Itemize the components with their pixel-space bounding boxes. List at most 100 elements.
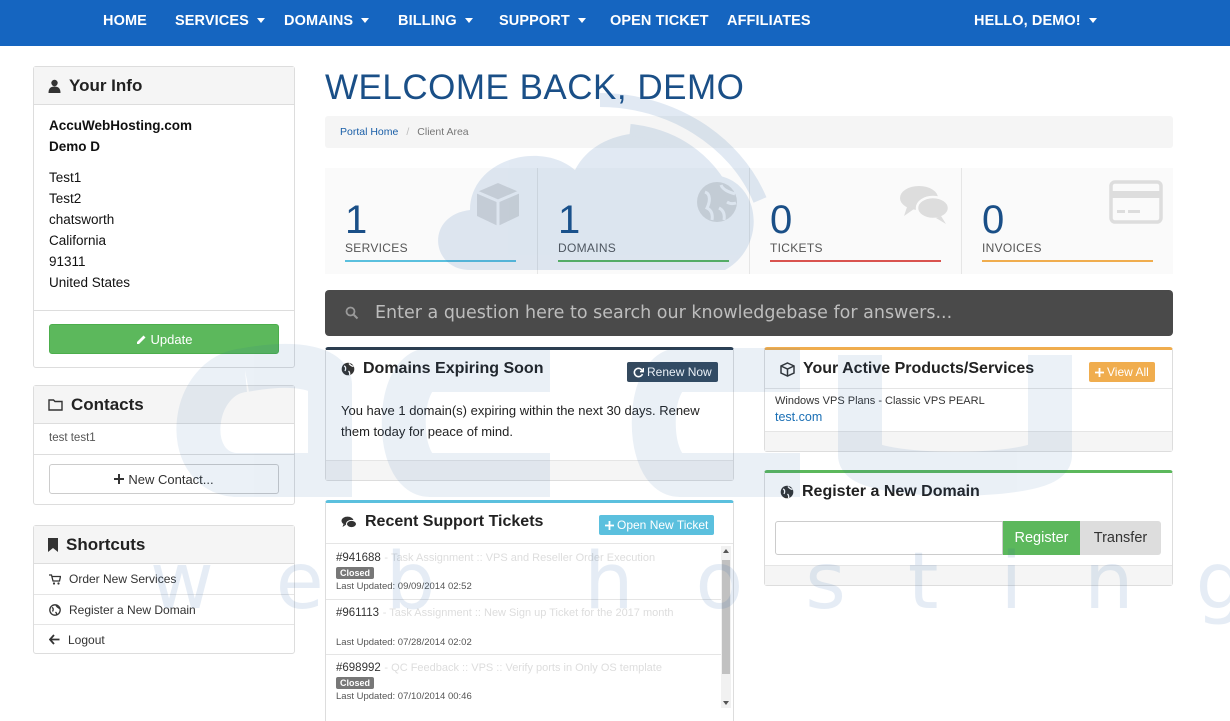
stat-invoices[interactable]: 0 INVOICES: [961, 168, 1173, 274]
stat-domains[interactable]: 1 DOMAINS: [537, 168, 749, 274]
nav-services-label: SERVICES: [175, 13, 249, 29]
caret-down-icon: [256, 17, 265, 23]
nav-user-menu[interactable]: HELLO, DEMO!: [974, 0, 1097, 42]
ticket-item[interactable]: #941688 - Task Assignment :: VPS and Res…: [336, 549, 722, 592]
info-address-2: Test2: [49, 191, 82, 206]
recent-tickets-title: Recent Support Tickets: [365, 513, 544, 530]
ticket-id: #961113: [336, 607, 380, 619]
shortcut-label: Logout: [68, 632, 105, 647]
stat-underline: [345, 260, 516, 262]
register-domain-header: Register a New Domain: [780, 483, 980, 501]
stat-value: 0: [982, 198, 1005, 242]
stat-label: INVOICES: [982, 241, 1042, 255]
scrollbar-thumb[interactable]: [722, 560, 730, 674]
nav-affiliates[interactable]: AFFILIATES: [727, 0, 811, 42]
renew-now-button[interactable]: Renew Now: [627, 362, 718, 382]
register-button[interactable]: Register: [1003, 521, 1080, 555]
contacts-panel: Contacts test test1 New Contact...: [33, 385, 295, 505]
shortcut-register-domain[interactable]: Register a New Domain: [34, 594, 294, 624]
ticket-item[interactable]: #961113 - Task Assignment :: New Sign up…: [336, 604, 722, 648]
globe-icon: [341, 362, 355, 376]
breadcrumb-home-link[interactable]: Portal Home: [340, 126, 398, 138]
scroll-up-arrow-icon[interactable]: [723, 549, 729, 553]
nav-services[interactable]: SERVICES: [175, 0, 265, 42]
contacts-header: Contacts: [34, 386, 294, 424]
shortcut-label: Order New Services: [69, 572, 177, 586]
nav-domains[interactable]: DOMAINS: [284, 0, 370, 42]
your-info-title: Your Info: [69, 75, 143, 95]
nav-support[interactable]: SUPPORT: [499, 0, 586, 42]
update-button[interactable]: Update: [49, 324, 279, 354]
comments-icon: [900, 186, 951, 224]
shortcuts-panel: Shortcuts Order New Services Register a …: [33, 525, 295, 654]
ticket-id: #941688: [336, 552, 381, 564]
ticket-updated: Last Updated: 07/10/2014 00:46: [336, 691, 472, 702]
your-info-header: Your Info: [34, 67, 294, 105]
cube-icon: [476, 183, 520, 226]
caret-down-icon: [464, 17, 473, 23]
arrow-left-icon: [49, 634, 60, 645]
plus-icon: [605, 520, 614, 530]
stat-value: 1: [558, 198, 581, 242]
shortcut-order-new-services[interactable]: Order New Services: [34, 564, 294, 594]
nav-open-ticket[interactable]: OPEN TICKET: [610, 0, 709, 42]
globe-icon: [49, 603, 61, 616]
stat-underline: [558, 260, 729, 262]
stat-underline: [770, 260, 941, 262]
stat-tickets[interactable]: 0 TICKETS: [749, 168, 961, 274]
nav-home-label: HOME: [103, 13, 147, 29]
transfer-button[interactable]: Transfer: [1080, 521, 1161, 555]
domain-search-input[interactable]: [775, 521, 1003, 555]
tickets-scrollbar[interactable]: [721, 546, 731, 708]
stat-underline: [982, 260, 1153, 262]
kb-search-bar[interactable]: Enter a question here to search our know…: [325, 290, 1173, 336]
contacts-title: Contacts: [71, 394, 144, 414]
nav-home[interactable]: HOME: [103, 0, 147, 42]
open-new-ticket-label: Open New Ticket: [617, 518, 709, 532]
cart-icon: [49, 573, 61, 585]
cube-icon: [780, 361, 795, 377]
view-all-label: View All: [1107, 365, 1149, 379]
ticket-subject: Task Assignment :: VPS and Reseller Orde…: [390, 552, 656, 564]
folder-icon: [48, 399, 63, 411]
plus-icon: [1095, 367, 1104, 377]
domains-expiring-header: Domains Expiring Soon: [341, 360, 543, 378]
info-zip: 91311: [49, 254, 86, 269]
globe-icon: [697, 182, 737, 222]
page-title: WELCOME BACK, DEMO: [325, 68, 745, 107]
search-icon: [345, 306, 359, 320]
info-address-1: Test1: [49, 170, 82, 185]
ticket-item[interactable]: #698992 - QC Feedback :: VPS :: Verify p…: [336, 659, 722, 702]
stat-value: 0: [770, 198, 793, 242]
info-country: United States: [49, 275, 131, 290]
scroll-down-arrow-icon[interactable]: [723, 701, 729, 705]
info-company: AccuWebHosting.com: [49, 118, 193, 133]
new-contact-button[interactable]: New Contact...: [49, 464, 279, 494]
open-new-ticket-button[interactable]: Open New Ticket: [599, 515, 715, 535]
domains-expiring-title: Domains Expiring Soon: [363, 360, 544, 377]
shortcut-logout[interactable]: Logout: [34, 624, 294, 654]
nav-domains-label: DOMAINS: [284, 13, 354, 29]
caret-down-icon: [577, 17, 586, 23]
view-all-button[interactable]: View All: [1089, 362, 1155, 382]
tickets-list[interactable]: #941688 - Task Assignment :: VPS and Res…: [326, 543, 733, 709]
ticket-subject: QC Feedback :: VPS :: Verify ports in On…: [391, 662, 662, 674]
stat-label: DOMAINS: [558, 241, 617, 255]
contact-item[interactable]: test test1: [49, 432, 96, 444]
product-name: Windows VPS Plans - Classic VPS PEARL: [775, 395, 985, 407]
active-products-panel: Your Active Products/Services View All W…: [764, 347, 1173, 452]
pencil-icon: [136, 335, 146, 344]
product-domain-link[interactable]: test.com: [775, 410, 822, 424]
nav-affiliates-label: AFFILIATES: [727, 13, 811, 29]
ticket-updated: Last Updated: 09/09/2014 02:52: [336, 581, 472, 592]
shortcut-label: Register a New Domain: [69, 602, 196, 617]
nav-billing[interactable]: BILLING: [398, 0, 473, 42]
user-icon: [48, 79, 61, 93]
panel-footer: [765, 431, 1172, 451]
stat-services[interactable]: 1 SERVICES: [325, 168, 537, 274]
shortcuts-title: Shortcuts: [66, 534, 146, 554]
panel-footer: [326, 460, 733, 480]
kb-search-placeholder: Enter a question here to search our know…: [375, 303, 953, 323]
ticket-updated: Last Updated: 07/28/2014 02:02: [336, 637, 472, 648]
credit-card-icon: [1109, 180, 1163, 224]
